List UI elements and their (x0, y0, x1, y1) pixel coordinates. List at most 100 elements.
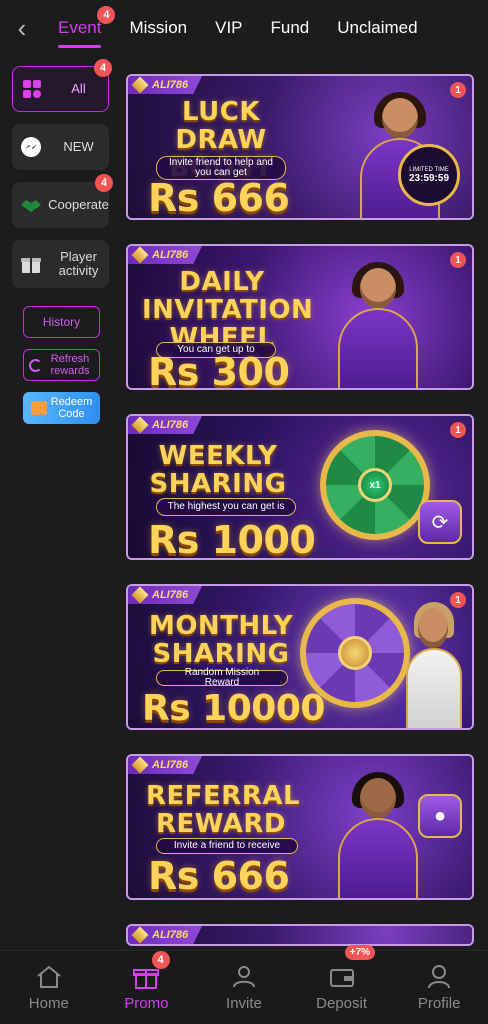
banner-amount: Rs 1000 (148, 518, 316, 560)
redeem-code-button[interactable]: Redeem Code (23, 392, 100, 424)
crown-icon (131, 416, 149, 434)
history-button[interactable]: History (23, 306, 100, 338)
nav-deposit[interactable]: Deposit +7% (293, 945, 391, 1024)
promo-banner-list: ALI786 1 LUCK DRAW BOOST Invite friend t… (126, 74, 476, 970)
banner-partial[interactable]: ALI786 (126, 924, 474, 946)
top-tabs: Event 4 Mission VIP Fund Unclaimed (44, 0, 488, 56)
timer-value: 23:59:59 (408, 172, 450, 184)
banner-title: DAILY INVITATION WHEEL (142, 267, 314, 353)
banner-badge: 1 (450, 592, 466, 608)
banner-monthly-sharing[interactable]: ALI786 1 MONTHLY SHARING Random Mission … (126, 584, 474, 730)
share-icon: ⟳ (418, 500, 462, 544)
banner-badge: 1 (450, 422, 466, 438)
banner-badge: 1 (450, 252, 466, 268)
banner-daily-invitation-wheel[interactable]: ALI786 1 DAILY INVITATION WHEEL You can … (126, 244, 474, 390)
crown-icon (131, 76, 149, 94)
tab-badge: 4 (97, 6, 116, 24)
banner-badge: 1 (450, 82, 466, 98)
nav-label: Invite (226, 995, 262, 1012)
crown-icon (131, 246, 149, 264)
banner-amount: Rs 666 (148, 854, 290, 898)
banner-amount: Rs 300 (148, 350, 290, 390)
banner-luck-draw-boost[interactable]: ALI786 1 LUCK DRAW BOOST Invite friend t… (126, 74, 474, 220)
prize-wheel: x1 (320, 430, 430, 540)
banner-character (400, 600, 470, 728)
brand-tag: ALI786 (128, 756, 203, 774)
banner-amount: Rs 666 (148, 176, 290, 220)
nav-home[interactable]: Home (0, 951, 98, 1024)
tab-fund[interactable]: Fund (257, 0, 324, 56)
nav-invite[interactable]: Invite (195, 951, 293, 1024)
tab-vip[interactable]: VIP (201, 0, 256, 56)
nav-badge: +7% (344, 945, 376, 960)
brand-tag: ALI786 (128, 926, 203, 944)
nav-profile[interactable]: Profile (390, 951, 488, 1024)
brand-label: ALI786 (152, 249, 189, 261)
sidebar-item-new[interactable]: NEW (12, 124, 109, 170)
nav-label: Promo (124, 995, 169, 1012)
messenger-icon (20, 136, 42, 158)
banner-title: MONTHLY SHARING (148, 611, 294, 669)
users-icon (232, 966, 255, 988)
tab-label: Fund (270, 18, 310, 37)
bottom-navigation: Home Promo 4 Invite Deposit +7% Profile (0, 945, 488, 1024)
brand-tag: ALI786 (128, 416, 203, 434)
sidebar-item-player-activity[interactable]: Player activity (12, 240, 109, 288)
sidebar-item-all[interactable]: All 4 (12, 59, 112, 112)
banner-referral-reward[interactable]: ALI786 REFERRAL REWARD Invite a friend t… (126, 754, 474, 900)
nav-badge: 4 (151, 951, 170, 969)
brand-label: ALI786 (152, 589, 189, 601)
banner-title: REFERRAL REWARD (146, 781, 301, 839)
tab-label: Mission (129, 18, 188, 37)
refresh-icon (29, 358, 42, 372)
brand-tag: ALI786 (128, 246, 203, 264)
crown-icon (131, 586, 149, 604)
sidebar-item-label: NEW (63, 138, 94, 154)
wallet-icon (329, 969, 354, 987)
sidebar-item-label: All (71, 80, 86, 96)
wheel-hub (338, 636, 372, 670)
back-chevron-icon[interactable]: ‹ (0, 0, 44, 56)
brand-tag: ALI786 (128, 76, 203, 94)
category-sidebar: All 4 NEW Cooperate 4 Player activity Hi… (12, 59, 113, 424)
tab-label: Event (58, 18, 102, 37)
sidebar-badge: 4 (94, 59, 112, 77)
brand-tag: ALI786 (128, 586, 203, 604)
nav-label: Home (28, 995, 69, 1012)
tab-unclaimed[interactable]: Unclaimed (323, 0, 431, 56)
handshake-icon (20, 194, 42, 216)
home-icon (37, 965, 61, 988)
sidebar-badge: 4 (95, 174, 113, 192)
brand-label: ALI786 (152, 419, 189, 431)
tab-label: VIP (215, 18, 243, 37)
prize-wheel (300, 598, 410, 708)
banner-subtitle: Invite a friend to receive (156, 838, 298, 854)
brand-label: ALI786 (152, 759, 189, 771)
redeem-label: Redeem Code (50, 395, 93, 420)
banner-subtitle: The highest you can get is (156, 498, 296, 516)
tab-label: Unclaimed (337, 18, 418, 37)
brand-label: ALI786 (152, 79, 189, 91)
banner-amount: Rs 10000 (142, 688, 325, 729)
gift-icon (20, 253, 42, 275)
sidebar-item-label: Cooperate (48, 196, 109, 212)
history-label: History (42, 315, 81, 329)
sidebar-item-cooperate[interactable]: Cooperate 4 (12, 174, 113, 228)
tab-mission[interactable]: Mission (115, 0, 201, 56)
top-tab-bar: ‹ Event 4 Mission VIP Fund Unclaimed (0, 0, 488, 56)
sidebar-item-label: Player activity (58, 248, 99, 278)
nav-label: Profile (417, 995, 461, 1012)
banner-title: WEEKLY SHARING (149, 441, 287, 499)
refresh-rewards-button[interactable]: Refresh rewards (23, 349, 100, 381)
user-icon (428, 965, 451, 989)
brand-label: ALI786 (152, 929, 189, 941)
banner-weekly-sharing[interactable]: ALI786 1 WEEKLY SHARING The highest you … (126, 414, 474, 560)
crown-icon (131, 926, 149, 944)
nav-promo[interactable]: Promo 4 (98, 951, 196, 1024)
crown-icon (131, 756, 149, 774)
banner-character (322, 260, 432, 388)
banner-character (322, 770, 432, 898)
wheel-hub: x1 (358, 468, 392, 502)
tab-event[interactable]: Event 4 (44, 0, 116, 56)
gift-icon (30, 401, 47, 415)
